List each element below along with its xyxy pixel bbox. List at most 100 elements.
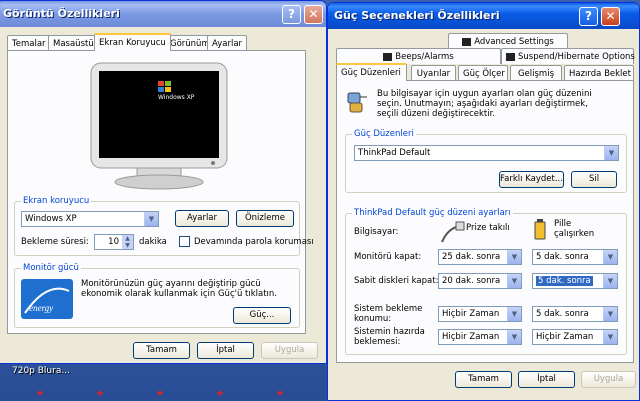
schemes-group-label: Güç Düzenleri (352, 129, 416, 140)
wait-unit: dakika (139, 237, 167, 247)
standby-plugged-select[interactable]: Hiçbir Zaman ▼ (438, 306, 522, 322)
tab-power-meter[interactable]: Güç Ölçer (458, 65, 508, 81)
tab-beeps-alarms[interactable]: Beeps/Alarms (336, 48, 501, 64)
wait-value: 10 (108, 237, 119, 247)
desktop-app-icon[interactable]: ✦ (212, 387, 228, 401)
select-value: 20 dak. sonra (442, 276, 501, 286)
tab-hibernate[interactable]: Hazırda Beklet (564, 65, 634, 81)
power-options-window: Güç Seçenekleri Özellikleri ? ✕ Advanced… (327, 2, 640, 401)
scheme-settings-group: ThinkPad Default güç düzeni ayarları Bil… (345, 208, 627, 355)
tab-suspend-hibernate[interactable]: Suspend/Hibernate Options (501, 48, 635, 64)
hibernate-plugged-select[interactable]: Hiçbir Zaman ▼ (438, 329, 522, 345)
select-value: Hiçbir Zaman (442, 332, 500, 342)
monitor-icon (506, 52, 515, 61)
tab-settings[interactable]: Ayarlar (207, 35, 248, 51)
svg-text:energy: energy (29, 303, 53, 313)
screensaver-group: Ekran koruyucu Windows XP ▼ Ayarlar Öniz… (14, 196, 314, 256)
monitor-off-plugged-select[interactable]: 25 dak. sonra ▼ (438, 249, 522, 265)
help-button[interactable]: ? (579, 7, 598, 26)
battery-icon (534, 219, 546, 240)
select-value: Hiçbir Zaman (442, 309, 500, 319)
disks-off-label: Sabit diskleri kapat: (354, 276, 439, 286)
save-as-button[interactable]: Farklı Kaydet... (499, 171, 564, 188)
intro-text: Bu bilgisayar için uygun ayarları olan g… (377, 89, 592, 119)
monitor-off-label: Monitörü kapat: (354, 252, 422, 262)
tab-power-schemes[interactable]: Güç Düzenleri (336, 63, 407, 81)
spin-up-icon[interactable]: ▲ (122, 235, 133, 242)
plugged-label: Prize takılı (466, 223, 510, 233)
chevron-down-icon: ▼ (507, 250, 521, 264)
password-label[interactable]: Devamında parola koruması (194, 237, 314, 247)
select-value: 5 dak. sonra (536, 309, 589, 319)
power-description: Monitörünüzün güç ayarını değiştirip güc… (81, 279, 278, 299)
ok-button[interactable]: Tamam (455, 371, 512, 388)
chevron-down-icon: ▼ (603, 330, 617, 344)
chevron-down-icon: ▼ (507, 330, 521, 344)
chevron-down-icon: ▼ (603, 274, 617, 288)
disks-off-plugged-select[interactable]: 20 dak. sonra ▼ (438, 273, 522, 289)
tab-label: Advanced Settings (474, 37, 554, 47)
desktop-icon-label[interactable]: 720p Blura... (12, 366, 70, 376)
hibernate-label: Sistemin hazırda beklemesi: (354, 327, 425, 347)
cancel-button[interactable]: İptal (518, 371, 575, 388)
plug-icon (441, 221, 465, 243)
screensaver-select[interactable]: Windows XP ▼ (21, 211, 159, 227)
monitor-off-battery-select[interactable]: 5 dak. sonra ▼ (532, 249, 618, 265)
monitor-preview-icon (90, 62, 228, 190)
screensaver-panel: Windows XP Ekran koruyucu Windows XP ▼ A… (7, 50, 314, 334)
tab-screensaver[interactable]: Ekran Koruyucu (94, 33, 171, 51)
select-value: 5 dak. sonra (536, 252, 589, 262)
desktop-app-icon[interactable]: ✦ (32, 387, 48, 401)
scheme-select[interactable]: ThinkPad Default ▼ (354, 145, 619, 161)
power-schemes-panel: Bu bilgisayar için uygun ayarları olan g… (336, 80, 634, 363)
window-title: Görüntü Özellikleri (3, 7, 120, 20)
display-properties-window: Görüntü Özellikleri ? ✕ Temalar Masaüstü… (0, 0, 327, 364)
preview-button[interactable]: Önizleme (236, 210, 294, 227)
tab-label: Beeps/Alarms (395, 52, 454, 62)
desktop-app-icon[interactable]: ✦ (272, 387, 288, 401)
desktop-app-icon[interactable]: ✦ (92, 387, 108, 401)
tab-themes[interactable]: Temalar (7, 35, 51, 51)
hibernate-battery-select[interactable]: Hiçbir Zaman ▼ (532, 329, 618, 345)
cancel-button[interactable]: İptal (197, 342, 254, 359)
chevron-down-icon: ▼ (604, 146, 618, 160)
schemes-group: Güç Düzenleri ThinkPad Default ▼ Farklı … (345, 129, 627, 193)
power-plug-icon (347, 92, 367, 113)
apply-button[interactable]: Uygula (581, 371, 636, 388)
tab-label: Suspend/Hibernate Options (518, 52, 635, 62)
energy-star-logo: energy (21, 279, 73, 319)
battery-label: Pille çalışırken (554, 219, 595, 239)
disks-off-battery-select[interactable]: 5 dak. sonra ▼ (532, 273, 618, 289)
screensaver-value: Windows XP (25, 214, 77, 224)
chevron-down-icon: ▼ (144, 212, 158, 226)
display-titlebar[interactable]: Görüntü Özellikleri ? ✕ (0, 1, 326, 27)
delete-button[interactable]: Sil (571, 171, 617, 188)
ok-button[interactable]: Tamam (133, 342, 190, 359)
tab-alarms[interactable]: Uyarılar (411, 65, 456, 81)
wait-spinner[interactable]: 10 ▲ ▼ (94, 234, 134, 250)
spin-down-icon[interactable]: ▼ (122, 242, 133, 249)
tab-advanced[interactable]: Gelişmiş (510, 65, 562, 81)
monitor-icon (462, 37, 472, 46)
chevron-down-icon: ▼ (603, 250, 617, 264)
tab-advanced-settings[interactable]: Advanced Settings (448, 33, 568, 49)
power-button[interactable]: Güç... (233, 307, 291, 324)
password-checkbox[interactable] (179, 236, 190, 247)
select-value: 5 dak. sonra (536, 276, 593, 286)
desktop-app-icon[interactable]: ✦ (152, 387, 168, 401)
select-value: Hiçbir Zaman (536, 332, 594, 342)
screensaver-group-label: Ekran koruyucu (21, 196, 92, 207)
settings-button[interactable]: Ayarlar (175, 210, 229, 227)
monitor-power-group-label: Monitör gücü (21, 263, 81, 274)
close-button[interactable]: ✕ (601, 7, 620, 26)
monitor-power-group: Monitör gücü energy Monitörünüzün güç ay… (14, 263, 300, 328)
tab-desktop[interactable]: Masaüstü (48, 35, 99, 51)
select-value: 25 dak. sonra (442, 252, 501, 262)
apply-button[interactable]: Uygula (261, 342, 318, 359)
standby-battery-select[interactable]: 5 dak. sonra ▼ (532, 306, 618, 322)
wait-label: Bekleme süresi: (21, 237, 89, 247)
power-titlebar[interactable]: Güç Seçenekleri Özellikleri ? ✕ (328, 3, 639, 29)
chevron-down-icon: ▼ (507, 307, 521, 321)
help-button[interactable]: ? (282, 5, 301, 24)
close-button[interactable]: ✕ (304, 5, 323, 24)
